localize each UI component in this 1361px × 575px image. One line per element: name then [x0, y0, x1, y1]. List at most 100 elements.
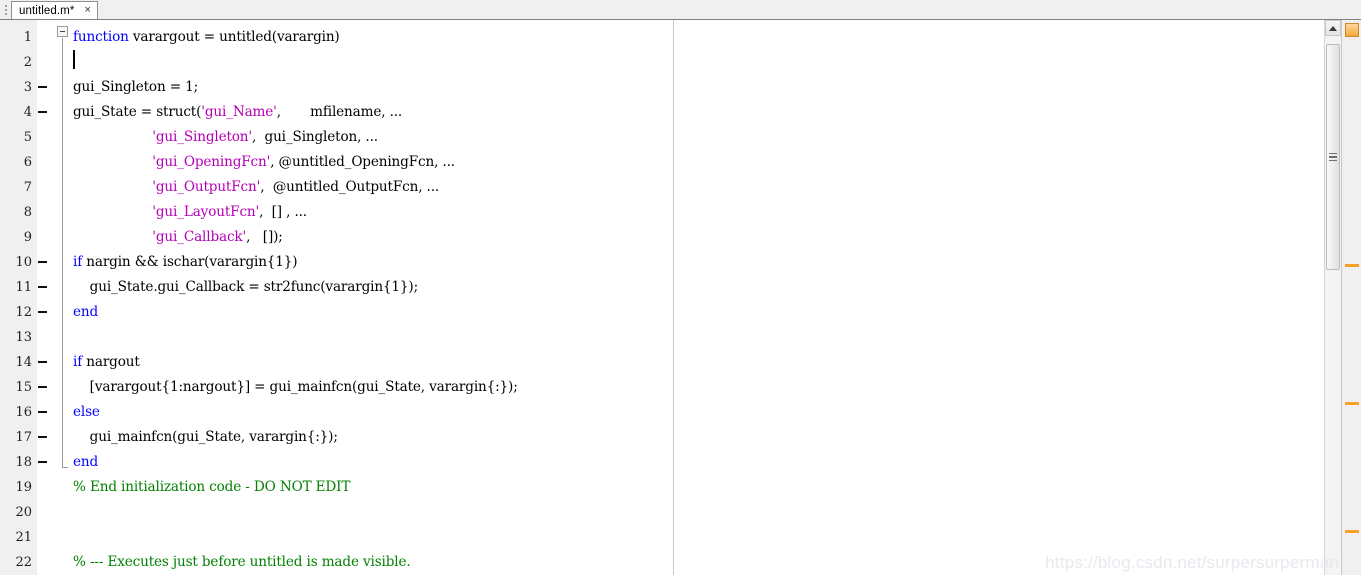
code-line[interactable]: gui_State.gui_Callback = str2func(vararg…: [73, 275, 418, 300]
code-line[interactable]: end: [73, 300, 98, 325]
code-token-str: 'gui_Singleton': [152, 129, 253, 145]
line-number: 10: [15, 255, 32, 270]
line-number: 3: [23, 80, 32, 95]
code-token-cmt: % End initialization code - DO NOT EDIT: [73, 479, 351, 495]
breakpoint-gutter[interactable]: [38, 20, 55, 575]
line-number: 14: [15, 355, 32, 370]
line-number: 13: [15, 330, 32, 345]
code-line[interactable]: end: [73, 450, 98, 475]
code-line[interactable]: else: [73, 400, 100, 425]
code-token-kw: function: [73, 29, 129, 45]
executable-line-marker[interactable]: [38, 361, 47, 363]
code-token-kw: else: [73, 404, 100, 420]
executable-line-marker[interactable]: [38, 461, 47, 463]
line-number: 16: [15, 405, 32, 420]
close-icon[interactable]: ×: [82, 5, 92, 16]
code-token-pln: [varargout{1:nargout}] = gui_mainfcn(gui…: [73, 379, 518, 395]
executable-line-marker[interactable]: [38, 261, 47, 263]
code-line[interactable]: gui_State = struct('gui_Name', mfilename…: [73, 100, 402, 125]
executable-line-marker[interactable]: [38, 286, 47, 288]
code-token-pln: , [] , ...: [259, 204, 307, 220]
code-token-pln: gui_State = struct(: [73, 104, 202, 120]
executable-line-marker[interactable]: [38, 411, 47, 413]
code-analyzer-warning-icon[interactable]: [1345, 23, 1359, 37]
code-line[interactable]: [varargout{1:nargout}] = gui_mainfcn(gui…: [73, 375, 518, 400]
code-line[interactable]: 'gui_Callback', []);: [73, 225, 283, 250]
code-analyzer-mark[interactable]: [1345, 402, 1359, 405]
line-number: 6: [23, 155, 32, 170]
line-number: 21: [15, 530, 32, 545]
code-token-str: 'gui_OutputFcn': [152, 179, 261, 195]
code-token-kw: if: [73, 254, 83, 270]
code-token-pln: varargout = untitled(varargin): [128, 29, 340, 45]
code-line[interactable]: 'gui_OutputFcn', @untitled_OutputFcn, ..…: [73, 175, 439, 200]
code-token-pln: , @untitled_OpeningFcn, ...: [270, 154, 455, 170]
code-analyzer-mark[interactable]: [1345, 530, 1359, 533]
executable-line-marker[interactable]: [38, 386, 47, 388]
code-line[interactable]: % --- Executes just before untitled is m…: [73, 550, 411, 575]
editor-tab-label: untitled.m*: [19, 4, 75, 17]
vertical-scrollbar[interactable]: [1324, 20, 1341, 575]
code-token-pln: [73, 154, 152, 170]
code-line[interactable]: 'gui_Singleton', gui_Singleton, ...: [73, 125, 378, 150]
code-token-pln: [73, 129, 152, 145]
code-token-str: 'gui_LayoutFcn': [152, 204, 260, 220]
scrollbar-thumb[interactable]: [1326, 44, 1340, 270]
line-number: 7: [23, 180, 32, 195]
code-line[interactable]: 'gui_LayoutFcn', [] , ...: [73, 200, 307, 225]
fold-range-foot: [62, 467, 68, 468]
code-token-pln: , gui_Singleton, ...: [252, 129, 378, 145]
code-token-pln: gui_mainfcn(gui_State, varargin{:});: [73, 429, 338, 445]
code-token-kw: end: [73, 454, 99, 470]
code-line[interactable]: gui_Singleton = 1;: [73, 75, 198, 100]
code-token-pln: , []);: [246, 229, 283, 245]
scroll-thumb-grip-icon: [1329, 152, 1337, 162]
code-analyzer-strip[interactable]: [1341, 20, 1361, 575]
code-token-cmt: % --- Executes just before untitled is m…: [73, 554, 411, 570]
code-token-pln: [73, 204, 152, 220]
line-number: 2: [23, 55, 32, 70]
drag-dots-icon[interactable]: [1, 1, 11, 19]
text-caret: [73, 50, 75, 69]
code-token-pln: nargin && ischar(varargin{1}): [82, 254, 298, 270]
line-number: 9: [23, 230, 32, 245]
code-token-pln: gui_State.gui_Callback = str2func(vararg…: [73, 279, 418, 295]
code-analyzer-mark[interactable]: [1345, 264, 1359, 267]
column-limit-marker: [673, 20, 674, 575]
executable-line-marker[interactable]: [38, 111, 47, 113]
scroll-up-arrow-icon[interactable]: [1325, 20, 1341, 36]
code-text-area[interactable]: function varargout = untitled(varargin) g…: [55, 20, 1330, 575]
line-number-gutter: 1 2 3 4 5 6 7 8 9 10 11 12 13 14 15 16 17 18 19 20 21 22: [0, 20, 38, 575]
code-line[interactable]: if nargin && ischar(varargin{1}): [73, 250, 298, 275]
matlab-editor-window: untitled.m* × 1 2 3 4 5 6 7 8 9 10 11 12 13 14 15 16 17 1…: [0, 0, 1361, 575]
executable-line-marker[interactable]: [38, 86, 47, 88]
executable-line-marker[interactable]: [38, 436, 47, 438]
code-line[interactable]: if nargout: [73, 350, 140, 375]
code-token-str: 'gui_OpeningFcn': [152, 154, 271, 170]
editor-body: 1 2 3 4 5 6 7 8 9 10 11 12 13 14 15 16 17 18 19 20 21 22 func…: [0, 20, 1361, 575]
editor-tab-bar: untitled.m* ×: [0, 0, 1361, 20]
executable-line-marker[interactable]: [38, 311, 47, 313]
code-line[interactable]: function varargout = untitled(varargin): [73, 25, 340, 50]
code-line[interactable]: gui_mainfcn(gui_State, varargin{:});: [73, 425, 338, 450]
fold-collapse-icon[interactable]: [57, 26, 68, 37]
code-token-pln: , @untitled_OutputFcn, ...: [260, 179, 440, 195]
fold-range-line: [62, 38, 63, 468]
line-number: 18: [15, 455, 32, 470]
code-token-kw: end: [73, 304, 99, 320]
line-number: 12: [15, 305, 32, 320]
line-number: 15: [15, 380, 32, 395]
line-number: 5: [23, 130, 32, 145]
line-number: 4: [23, 105, 32, 120]
line-number: 11: [15, 280, 32, 295]
line-number: 1: [23, 30, 32, 45]
code-token-kw: if: [73, 354, 83, 370]
code-line[interactable]: 'gui_OpeningFcn', @untitled_OpeningFcn, …: [73, 150, 455, 175]
code-token-pln: , mfilename, ...: [276, 104, 403, 120]
line-number: 8: [23, 205, 32, 220]
code-line[interactable]: % End initialization code - DO NOT EDIT: [73, 475, 350, 500]
line-number: 17: [15, 430, 32, 445]
editor-tab-untitled[interactable]: untitled.m* ×: [11, 1, 98, 19]
code-token-pln: gui_Singleton = 1;: [73, 79, 199, 95]
code-token-str: 'gui_Callback': [152, 229, 247, 245]
